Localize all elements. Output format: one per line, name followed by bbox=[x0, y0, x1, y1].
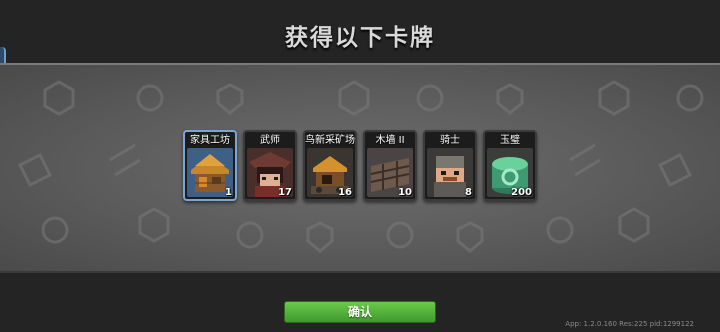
reward-title: 获得以下卡牌 bbox=[285, 25, 435, 51]
card-name: 骑士 bbox=[440, 135, 460, 146]
app-info-text: App: 1.2.0.160 Res:225 pid:1299122 bbox=[565, 320, 694, 328]
card-name: 鸟新采矿场 bbox=[305, 135, 355, 146]
card-list: 家具工坊 1 武师 17 鸟新采矿场 16 木墙 II 10 骑士 8 玉璧 2… bbox=[183, 130, 537, 202]
card-jade-disc[interactable]: 玉璧 200 bbox=[483, 130, 537, 201]
card-count: 1 bbox=[225, 187, 232, 198]
card-martial-master[interactable]: 武师 17 bbox=[243, 130, 297, 201]
card-name: 家具工坊 bbox=[190, 135, 230, 146]
card-count: 16 bbox=[338, 187, 352, 198]
card-name: 武师 bbox=[260, 135, 280, 146]
card-count: 8 bbox=[465, 187, 472, 198]
card-mine[interactable]: 鸟新采矿场 16 bbox=[303, 130, 357, 201]
card-count: 10 bbox=[398, 187, 412, 198]
card-furniture-workshop[interactable]: 家具工坊 1 bbox=[183, 130, 237, 201]
card-count: 200 bbox=[511, 187, 532, 198]
card-count: 17 bbox=[278, 187, 292, 198]
card-knight[interactable]: 骑士 8 bbox=[423, 130, 477, 201]
card-wooden-wall[interactable]: 木墙 II 10 bbox=[363, 130, 417, 201]
card-name: 木墙 II bbox=[375, 135, 405, 146]
confirm-button[interactable]: 确认 bbox=[284, 301, 436, 323]
card-name: 玉璧 bbox=[500, 135, 520, 146]
